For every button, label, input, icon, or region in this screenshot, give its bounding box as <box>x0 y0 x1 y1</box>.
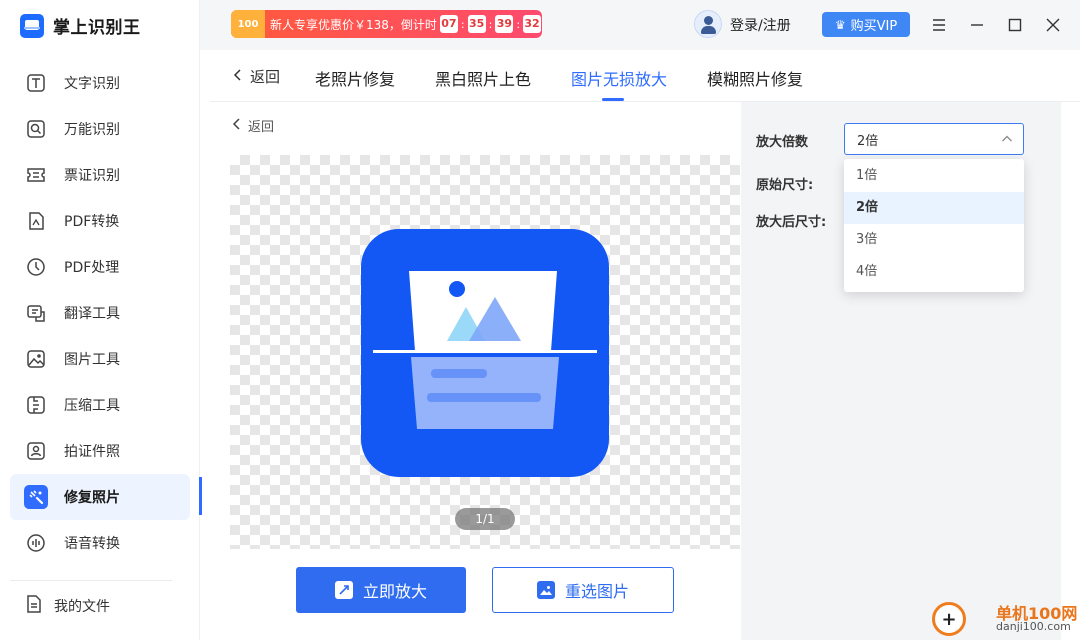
sidebar-item-label: 压缩工具 <box>64 398 120 414</box>
sidebar-item-label: 万能识别 <box>64 122 120 138</box>
scale-dropdown: 1倍 2倍 3倍 4倍 <box>844 159 1024 292</box>
tool-tabs: 返回 老照片修复 黑白照片上色 图片无损放大 模糊照片修复 <box>210 50 1080 102</box>
original-size-label: 原始尺寸: <box>756 178 814 193</box>
sidebar-item-label: PDF处理 <box>64 260 120 276</box>
scale-label: 放大倍数 <box>756 135 809 150</box>
app-logo-icon <box>20 13 44 38</box>
tab-colorize[interactable]: 黑白照片上色 <box>435 66 531 90</box>
sidebar-item-label: 拍证件照 <box>64 444 120 460</box>
scale-select-value: 2倍 <box>857 133 879 149</box>
sidebar-item-my-files[interactable]: 我的文件 <box>24 594 110 618</box>
voice-convert-icon <box>24 531 48 555</box>
sidebar-item-compress[interactable]: 压缩工具 <box>10 382 190 428</box>
watermark-logo: + <box>932 602 966 636</box>
user-avatar-icon[interactable] <box>694 10 722 38</box>
image-tools-icon <box>24 347 48 371</box>
compress-icon <box>24 393 48 417</box>
tab-blur-repair[interactable]: 模糊照片修复 <box>707 66 803 90</box>
menu-icon[interactable] <box>927 13 951 37</box>
watermark-url: danji100.com <box>996 620 1071 633</box>
sidebar-item-label: 文字识别 <box>64 76 120 92</box>
countdown-separator: : <box>488 17 493 31</box>
active-tab-underline <box>602 98 624 101</box>
content-back-button[interactable]: 返回 <box>232 116 274 135</box>
scale-option[interactable]: 4倍 <box>844 256 1024 288</box>
preview-image <box>361 229 609 477</box>
chevron-left-icon <box>232 68 244 86</box>
countdown-minutes: 35 <box>467 15 486 33</box>
sidebar-item-label: PDF转换 <box>64 214 120 230</box>
login-link[interactable]: 登录/注册 <box>730 15 791 35</box>
tabs-back-label: 返回 <box>250 68 281 86</box>
buy-vip-label: 购买VIP <box>850 19 898 34</box>
active-indicator <box>199 477 202 515</box>
scale-option[interactable]: 1倍 <box>844 160 1024 192</box>
maximize-icon[interactable] <box>1003 13 1027 37</box>
my-files-label: 我的文件 <box>54 599 110 615</box>
reselect-image-label: 重选图片 <box>564 582 629 601</box>
watermark: + 单机100网 danji100.com <box>930 598 1080 640</box>
sidebar-item-pdf-convert[interactable]: PDF转换 <box>10 198 190 244</box>
upscale-icon <box>334 581 353 599</box>
pdf-process-icon <box>24 255 48 279</box>
translate-icon <box>24 301 48 325</box>
sidebar-item-label: 语音转换 <box>64 536 120 552</box>
tabs-back-button[interactable]: 返回 <box>232 66 280 87</box>
chevron-left-icon <box>232 117 242 134</box>
sidebar-item-image-tools[interactable]: 图片工具 <box>10 336 190 382</box>
image-icon <box>536 581 555 599</box>
sidebar-item-id-photo[interactable]: 拍证件照 <box>10 428 190 474</box>
sidebar-item-universal-scan[interactable]: 万能识别 <box>10 106 190 152</box>
scale-option[interactable]: 2倍 <box>844 192 1024 224</box>
scrollbar-track[interactable] <box>1061 102 1080 640</box>
promo-banner[interactable]: 100 新人专享优惠价￥138，倒计时 07 : 35 : 39 : 32 <box>231 10 542 38</box>
crown-icon: ♛ <box>834 17 846 32</box>
tab-old-photo-repair[interactable]: 老照片修复 <box>315 66 395 90</box>
sidebar-item-label: 修复照片 <box>64 490 120 506</box>
sidebar-item-text-recognition[interactable]: 文字识别 <box>10 60 190 106</box>
countdown-separator: : <box>516 17 521 31</box>
top-bar: 100 新人专享优惠价￥138，倒计时 07 : 35 : 39 : 32 登录… <box>200 0 1080 50</box>
minimize-icon[interactable] <box>965 13 989 37</box>
sidebar-item-voice-convert[interactable]: 语音转换 <box>10 520 190 566</box>
buy-vip-button[interactable]: ♛ 购买VIP <box>822 12 910 37</box>
sidebar-item-translate[interactable]: 翻译工具 <box>10 290 190 336</box>
upscale-now-label: 立即放大 <box>362 582 427 601</box>
countdown-hours: 07 <box>439 15 458 33</box>
id-photo-icon <box>24 439 48 463</box>
countdown-separator: : <box>460 17 465 31</box>
sidebar-nav: 文字识别 万能识别 票证识别 PDF转换 PDF处理 翻译工具 图片工具 压缩工… <box>10 60 190 566</box>
scale-option[interactable]: 3倍 <box>844 224 1024 256</box>
repair-photo-icon <box>24 485 48 509</box>
tab-lossless-upscale[interactable]: 图片无损放大 <box>571 66 667 90</box>
ticket-scan-icon <box>24 163 48 187</box>
close-icon[interactable] <box>1041 13 1065 37</box>
content-back-label: 返回 <box>248 120 275 135</box>
app-title: 掌上识别王 <box>53 18 141 38</box>
reselect-image-button[interactable]: 重选图片 <box>492 567 674 613</box>
promo-badge: 100 <box>231 10 265 38</box>
scale-select[interactable]: 2倍 <box>844 123 1024 155</box>
pdf-convert-icon <box>24 209 48 233</box>
countdown-centis: 32 <box>523 15 542 33</box>
file-icon <box>24 594 44 618</box>
promo-text: 新人专享优惠价￥138，倒计时 <box>270 17 437 32</box>
sidebar-divider <box>10 580 172 581</box>
image-preview-canvas: 1/1 <box>230 155 740 549</box>
scaled-size-label: 放大后尺寸: <box>756 215 827 230</box>
sidebar-item-label: 翻译工具 <box>64 306 120 322</box>
sidebar-item-label: 票证识别 <box>64 168 120 184</box>
sidebar-item-pdf-process[interactable]: PDF处理 <box>10 244 190 290</box>
countdown-seconds: 39 <box>495 15 514 33</box>
upscale-now-button[interactable]: 立即放大 <box>296 567 466 613</box>
chevron-up-icon <box>1001 133 1013 149</box>
sidebar-item-label: 图片工具 <box>64 352 120 368</box>
text-recognition-icon <box>24 71 48 95</box>
app-logo: 掌上识别王 <box>20 13 141 38</box>
sidebar: 掌上识别王 文字识别 万能识别 票证识别 PDF转换 PDF处理 翻译工具 图片… <box>0 0 200 640</box>
page-indicator: 1/1 <box>455 508 515 530</box>
sidebar-item-ticket-scan[interactable]: 票证识别 <box>10 152 190 198</box>
sidebar-item-repair-photo[interactable]: 修复照片 <box>10 474 190 520</box>
universal-scan-icon <box>24 117 48 141</box>
